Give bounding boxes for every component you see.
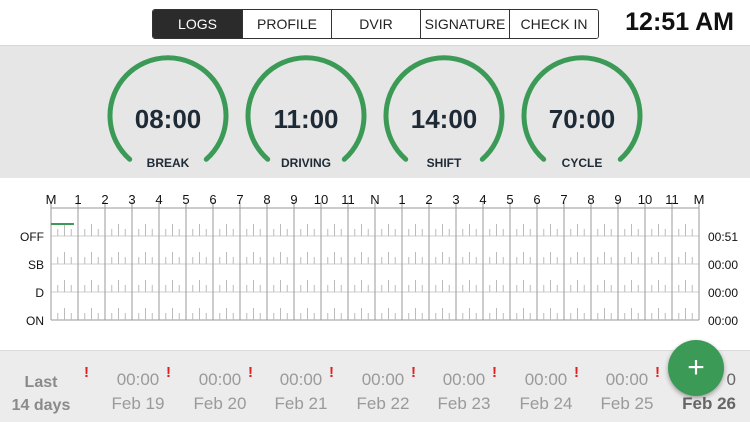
hour-label: 4 — [155, 192, 163, 207]
hour-label: 10 — [313, 192, 329, 207]
hour-label: 2 — [425, 192, 433, 207]
hour-label: 8 — [587, 192, 595, 207]
row-total-off: 00:51 — [707, 230, 738, 244]
tab-profile[interactable]: PROFILE — [242, 10, 331, 38]
row-total-d: 00:00 — [707, 286, 738, 300]
day-selector: Last 14 days ! 00:00 Feb 19 ! 00:00 Feb … — [0, 350, 750, 422]
gauge-label: DRIVING — [280, 156, 331, 170]
hour-label: 5 — [506, 192, 514, 207]
hour-label: 3 — [452, 192, 460, 207]
violation-flag-icon: ! — [329, 364, 334, 381]
violation-flag-icon: ! — [574, 364, 579, 381]
hour-label: 1 — [74, 192, 82, 207]
day-date: Feb 21 — [274, 394, 328, 413]
hour-label: 2 — [101, 192, 109, 207]
violation-flag-icon: ! — [84, 364, 89, 381]
add-event-button[interactable]: + — [668, 340, 724, 396]
tab-logs[interactable]: LOGS — [153, 10, 242, 38]
hour-label: 1 — [398, 192, 406, 207]
tab-signature[interactable]: SIGNATURE — [420, 10, 509, 38]
row-total-sb: 00:00 — [707, 258, 738, 272]
day-date: Feb 23 — [437, 394, 491, 413]
row-label-d: D — [35, 286, 44, 300]
tab-dvir[interactable]: DVIR — [331, 10, 420, 38]
gauge-driving: 11:00 DRIVING — [244, 52, 368, 174]
gauge-label: SHIFT — [426, 156, 462, 170]
violation-flag-icon: ! — [492, 364, 497, 381]
nav-tabs: LOGS PROFILE DVIR SIGNATURE CHECK IN — [152, 9, 599, 39]
row-label-sb: SB — [27, 258, 44, 272]
gauge-break: 08:00 BREAK — [106, 52, 230, 174]
hos-gauges: 08:00 BREAK 11:00 DRIVING 14:00 SHIFT 70… — [0, 46, 750, 178]
top-bar: LOGS PROFILE DVIR SIGNATURE CHECK IN 12:… — [0, 0, 750, 46]
hour-label: 4 — [479, 192, 487, 207]
hour-label: 8 — [263, 192, 271, 207]
day-date: Feb 19 — [111, 394, 165, 413]
violation-flag-icon: ! — [655, 364, 660, 381]
day-date: Feb 22 — [356, 394, 410, 413]
hour-label: 7 — [560, 192, 568, 207]
hour-label: 11 — [665, 192, 679, 207]
row-label-off: OFF — [20, 230, 44, 244]
gauge-value: 08:00 — [134, 104, 202, 134]
tab-check-in[interactable]: CHECK IN — [509, 10, 598, 38]
hour-label: 9 — [614, 192, 622, 207]
last-14-days-line2: 14 days — [11, 397, 71, 414]
hour-label: 11 — [341, 192, 355, 207]
gauge-value: 11:00 — [273, 104, 339, 134]
gauge-label: BREAK — [146, 156, 190, 170]
violation-flag-icon: ! — [248, 364, 253, 381]
hour-label: M — [45, 192, 57, 207]
row-label-on: ON — [26, 314, 44, 328]
hour-label: 6 — [533, 192, 541, 207]
violation-flag-icon: ! — [166, 364, 171, 381]
gauge-value: 14:00 — [410, 104, 478, 134]
last-14-days-line1: Last — [24, 374, 58, 391]
hour-label: N — [370, 192, 380, 207]
hour-label: M — [693, 192, 705, 207]
last-14-days-button[interactable]: Last 14 days — [8, 371, 74, 417]
violation-flag-icon: ! — [411, 364, 416, 381]
hour-label: 10 — [637, 192, 653, 207]
gauge-cycle: 70:00 CYCLE — [520, 52, 644, 174]
duty-status-graph[interactable]: M 1 2 3 4 5 6 7 8 9 10 11 N 1 2 3 4 5 6 7 8 9 10 11 M OFF SB D O… — [0, 178, 750, 350]
plus-icon: + — [687, 351, 705, 384]
day-date: Feb 24 — [519, 394, 573, 413]
hour-label: 9 — [290, 192, 298, 207]
hour-label: 5 — [182, 192, 190, 207]
hour-label: 7 — [236, 192, 244, 207]
gauge-label: CYCLE — [561, 156, 603, 170]
hour-label: 6 — [209, 192, 217, 207]
gauge-value: 70:00 — [548, 104, 616, 134]
clock: 12:51 AM — [625, 8, 734, 36]
day-date: Feb 20 — [193, 394, 247, 413]
hour-label: 3 — [128, 192, 136, 207]
day-date: Feb 25 — [600, 394, 654, 413]
gauge-shift: 14:00 SHIFT — [382, 52, 506, 174]
row-total-on: 00:00 — [707, 314, 738, 328]
